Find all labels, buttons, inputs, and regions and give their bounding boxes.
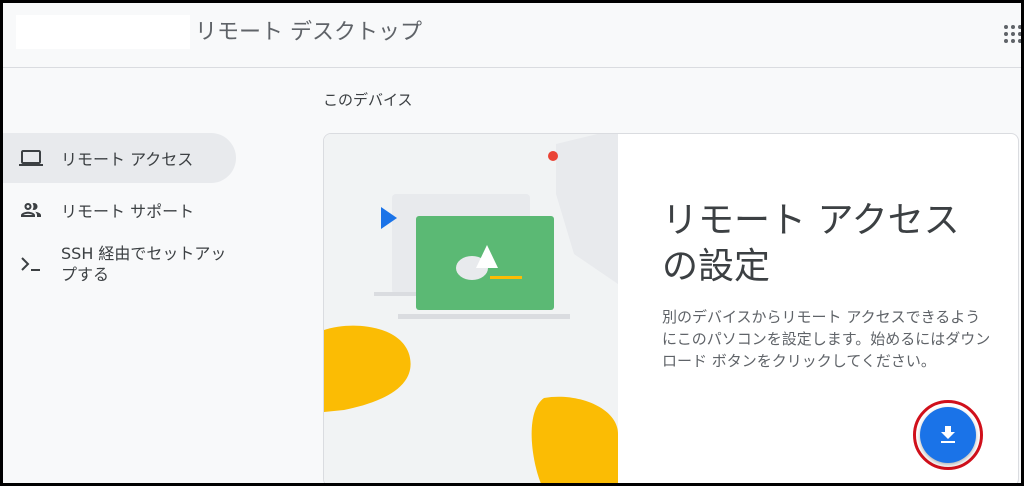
- setup-illustration: [324, 134, 618, 483]
- app-title: リモート デスクトップ: [195, 20, 422, 45]
- laptop-icon: [19, 146, 43, 170]
- download-icon: [941, 426, 955, 443]
- section-title: このデバイス: [323, 91, 413, 109]
- people-icon: [19, 198, 43, 222]
- remote-desktop-window: リモート デスクトップ リモート アクセス リモート サポート SSH 経由でセ…: [3, 3, 1021, 483]
- card-description: 別のデバイスからリモート アクセスできるようにこのパソコンを設定します。始めるに…: [662, 308, 991, 370]
- sidebar-item-ssh-setup[interactable]: SSH 経由でセットアップする: [3, 239, 236, 289]
- sidebar-item-remote-access[interactable]: リモート アクセス: [3, 133, 236, 183]
- card-title: リモート アクセスの設定: [662, 200, 960, 287]
- product-logo[interactable]: [16, 15, 190, 49]
- setup-card: リモート アクセスの設定 別のデバイスからリモート アクセスできるようにこのパソ…: [323, 133, 1019, 483]
- sidebar-item-remote-support[interactable]: リモート サポート: [3, 185, 236, 235]
- apps-grid-icon[interactable]: [1004, 25, 1021, 43]
- sidebar-item-label: リモート アクセス: [61, 150, 194, 169]
- download-button[interactable]: [920, 407, 976, 463]
- sidebar-item-label: リモート サポート: [61, 202, 195, 221]
- sidebar-item-label: SSH 経由でセットアップする: [61, 244, 227, 284]
- app-header: リモート デスクトップ: [3, 3, 1021, 68]
- terminal-icon: [19, 252, 43, 276]
- highlight-ring: [913, 400, 983, 470]
